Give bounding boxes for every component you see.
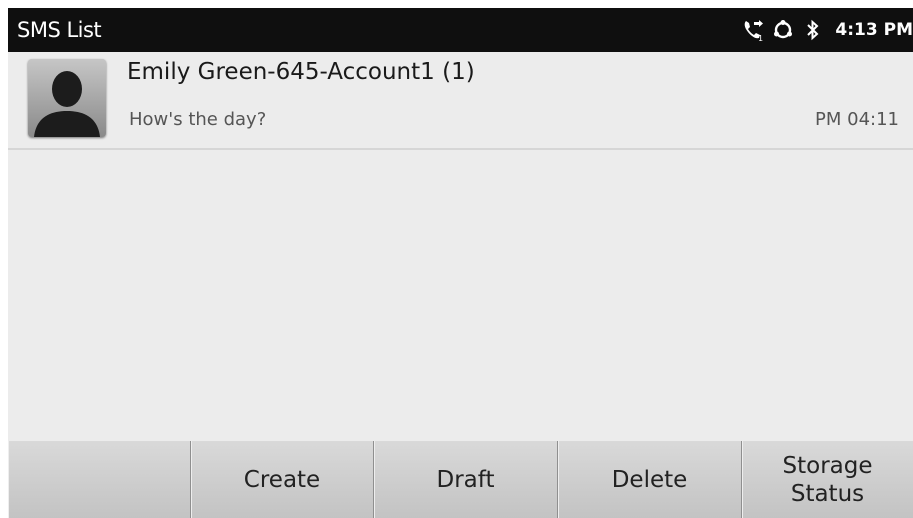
- status-icons: 1 4:13 PM: [739, 8, 913, 52]
- list-item[interactable]: Emily Green-645-Account1 (1) How's the d…: [8, 52, 913, 150]
- message-preview: How's the day?: [129, 109, 267, 130]
- network-icon: [769, 8, 797, 52]
- message-time: PM 04:11: [815, 109, 899, 130]
- sms-list: Emily Green-645-Account1 (1) How's the d…: [8, 52, 913, 441]
- person-silhouette-icon: [28, 59, 106, 137]
- status-bar: SMS List 1 4:13 PM: [8, 8, 913, 52]
- call-forward-icon: 1: [739, 8, 767, 52]
- phone-screen: SMS List 1 4:13 PM Emily Green-645-Accou…: [8, 8, 913, 518]
- clock: 4:13 PM: [835, 20, 913, 40]
- create-button[interactable]: Create: [191, 441, 374, 518]
- svg-text:1: 1: [758, 34, 763, 42]
- contact-name: Emily Green-645-Account1 (1): [127, 59, 475, 85]
- page-title: SMS List: [17, 18, 102, 42]
- softkey-blank[interactable]: [8, 441, 191, 518]
- bluetooth-icon: [799, 8, 827, 52]
- delete-button[interactable]: Delete: [558, 441, 742, 518]
- draft-button[interactable]: Draft: [374, 441, 558, 518]
- storage-status-button[interactable]: Storage Status: [742, 441, 913, 518]
- softkey-bar: Create Draft Delete Storage Status: [8, 441, 913, 518]
